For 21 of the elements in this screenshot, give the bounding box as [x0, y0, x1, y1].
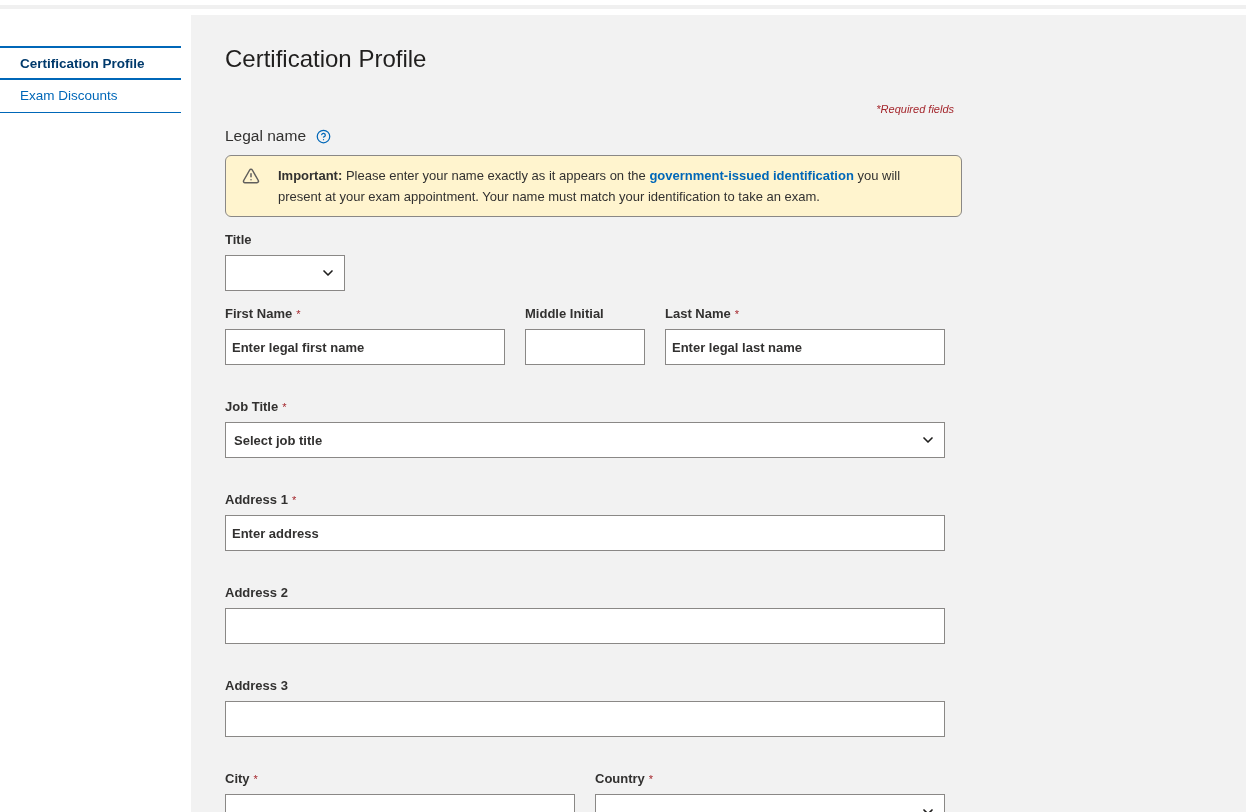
field-label: Address 2 [225, 584, 289, 602]
field-label: Address 3 [225, 677, 289, 695]
identification-link[interactable]: government-issued identification [649, 168, 854, 183]
input-field[interactable]: Enter address [225, 515, 945, 551]
required-fields-note: *Required fields [876, 103, 954, 115]
field-label: Job Title * [225, 398, 288, 416]
field-label: City * [225, 770, 259, 788]
field-label: Title [225, 231, 253, 249]
field-label: Address 1 * [225, 491, 298, 509]
sidebar-item[interactable]: Exam Discounts [0, 80, 181, 113]
input-field[interactable]: Enter legal last name [665, 329, 945, 365]
page-title: Certification Profile [225, 44, 428, 74]
section-label: Legal name [225, 127, 306, 145]
input-field[interactable]: Enter legal first name [225, 329, 505, 365]
field-label: First Name * [225, 305, 302, 323]
field-label: Country * [595, 770, 655, 788]
field-label: Last Name * [665, 305, 741, 323]
select-field[interactable]: Select job title [225, 422, 945, 458]
sidebar-item[interactable]: Certification Profile [0, 46, 181, 80]
alert-text: Important: Please enter your name exactly as it appears on the government-issued identification you will present at your exam appointment. Your name must match your identification to take an exam. [278, 167, 902, 206]
field-label: Middle Initial [525, 305, 605, 323]
